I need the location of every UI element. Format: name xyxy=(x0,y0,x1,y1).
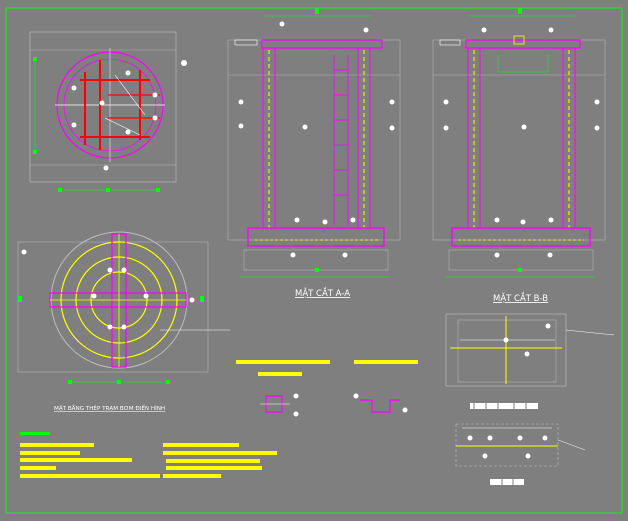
plan-title: MẶT BẰNG THÉP TRẠM BƠM ĐIỂN HÌNH xyxy=(54,404,165,412)
section-aa-title: MẶT CẮT A-A xyxy=(295,286,350,299)
general-notes-block xyxy=(20,432,277,478)
detail-small-1 xyxy=(260,393,299,417)
detail-small-2 xyxy=(353,393,408,413)
section-aa-drawing xyxy=(227,8,401,278)
drawing-canvas: MẶT CẮT A-A MẶT CẮT B-B MẶT BẰNG THÉP TR… xyxy=(5,7,623,514)
drawing-frame xyxy=(5,7,623,514)
section-bb-title: MẶT CẮT B-B xyxy=(493,291,548,304)
section-bb-drawing xyxy=(432,8,606,278)
detail-section-bottom-right xyxy=(455,403,586,485)
detail-plan-right xyxy=(445,313,615,387)
top-plan-view xyxy=(29,31,187,192)
detail-labels-middle xyxy=(236,360,418,376)
bottom-plan-view xyxy=(17,231,230,384)
